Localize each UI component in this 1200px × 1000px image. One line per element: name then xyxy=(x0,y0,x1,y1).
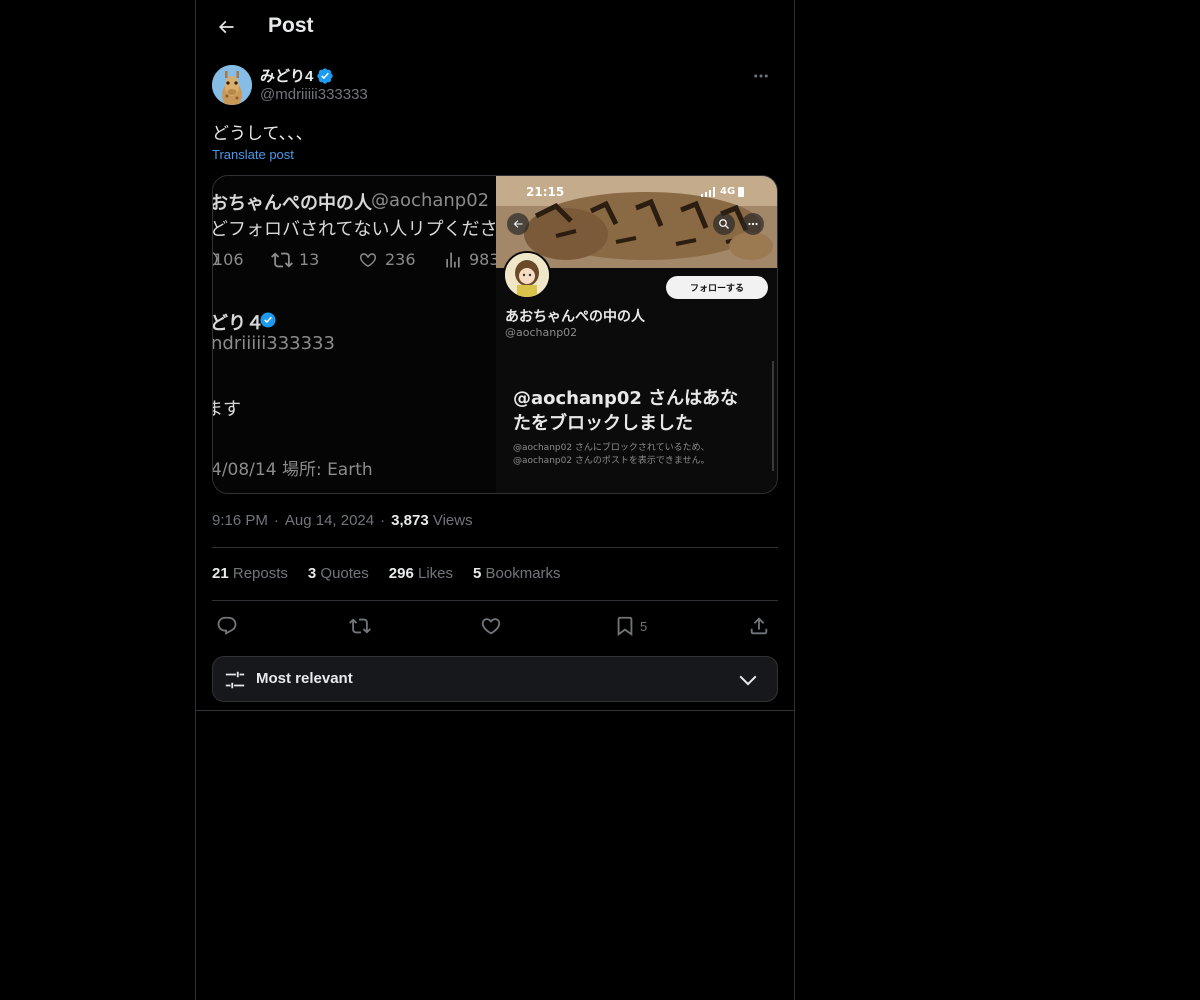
bookmarks-stat[interactable]: 5 Bookmarks xyxy=(473,565,561,582)
repost-icon xyxy=(349,618,371,634)
screenshot-blocked-title-1: @aochanp02 さんはあな xyxy=(513,388,739,409)
filter-sliders-icon xyxy=(225,671,245,689)
reply-icon xyxy=(217,616,237,635)
screenshot-views-count: 983 xyxy=(469,250,496,269)
views-label: Views xyxy=(432,512,473,529)
giraffe-avatar-image xyxy=(212,65,252,105)
reposts-count: 21 xyxy=(212,565,229,582)
post-time[interactable]: 9:16 PM xyxy=(212,512,268,529)
back-arrow-icon xyxy=(218,20,234,34)
likes-label: Likes xyxy=(417,565,454,582)
post-media-image[interactable]: おちゃんぺの中の人 @aochanp02 · どフォロバされてない人リプくださ … xyxy=(212,175,778,494)
screenshot-status-time: 21:15 xyxy=(526,185,565,199)
sort-replies-dropdown[interactable]: Most relevant xyxy=(212,656,778,702)
divider-top xyxy=(212,547,778,548)
bookmarks-label: Bookmarks xyxy=(485,565,561,582)
page-header: Post xyxy=(196,0,794,54)
screenshot-profile-avatar xyxy=(503,251,551,299)
screenshot-search-icon xyxy=(719,219,729,229)
translate-post-link[interactable]: Translate post xyxy=(212,147,294,162)
post-meta-line: 9:16 PM · Aug 14, 2024 · 3,873 Views xyxy=(212,512,473,529)
avatar[interactable] xyxy=(212,65,252,105)
media-screenshot-right: 21:15 4G フォローする あおちゃんぺの中の人 @aochanp02 @a… xyxy=(496,176,777,493)
back-button[interactable] xyxy=(208,9,244,45)
screenshot-user-handle: ndriiiii333333 xyxy=(213,333,335,354)
screenshot-blocked-title-2: たをブロックしました xyxy=(513,413,693,434)
screenshot-quoted-name: おちゃんぺの中の人 xyxy=(213,193,372,214)
screenshot-follow-label: フォローする xyxy=(689,284,744,294)
main-column: Post みどり4 @mdriiiii333333 どうして、、、 Transl… xyxy=(195,0,795,1000)
chevron-down-icon xyxy=(739,675,757,686)
quotes-count: 3 xyxy=(307,565,317,582)
section-bottom-border xyxy=(196,710,794,711)
author-handle[interactable]: @mdriiiii333333 xyxy=(260,86,368,103)
stats-row: 21 Reposts 3 Quotes 296 Likes 5 Bookmark… xyxy=(212,565,561,582)
divider-bottom xyxy=(212,600,778,601)
action-bar: 5 xyxy=(212,612,778,640)
sort-label: Most relevant xyxy=(256,670,353,687)
reply-button[interactable] xyxy=(216,612,238,640)
meta-separator: · xyxy=(273,512,279,529)
share-icon xyxy=(750,617,768,635)
screenshot-more-icon xyxy=(748,222,758,226)
screenshot-search-button xyxy=(713,213,735,235)
post-text: どうして、、、 xyxy=(212,124,313,143)
share-button[interactable] xyxy=(748,612,770,640)
screenshot-quoted-handle: @aochanp02 · xyxy=(371,190,496,211)
verified-badge-icon xyxy=(317,67,334,84)
anime-avatar-image xyxy=(505,253,549,297)
reposts-label: Reposts xyxy=(232,565,288,582)
likes-count: 296 xyxy=(388,565,414,582)
screenshot-verified-icon xyxy=(260,312,276,328)
post-date[interactable]: Aug 14, 2024 xyxy=(285,512,374,529)
reposts-stat[interactable]: 21 Reposts xyxy=(212,565,288,582)
display-name[interactable]: みどり4 xyxy=(260,65,313,86)
like-button[interactable] xyxy=(480,612,502,640)
quotes-stat[interactable]: 3 Quotes xyxy=(308,565,369,582)
bookmark-button[interactable]: 5 xyxy=(614,612,647,640)
screenshot-body-text: ます xyxy=(213,399,241,420)
screenshot-reply-count: 106 xyxy=(213,250,244,269)
screenshot-views-icon xyxy=(446,252,460,268)
screenshot-user-name: どり４ xyxy=(213,313,264,334)
screenshot-follow-button: フォローする xyxy=(666,276,768,299)
heart-icon xyxy=(481,618,501,635)
screenshot-back-arrow-icon xyxy=(513,220,523,228)
author-row: みどり4 @mdriiiii333333 xyxy=(212,65,778,107)
screenshot-repost-icon xyxy=(271,252,293,268)
page-title: Post xyxy=(268,14,314,37)
screenshot-more-button xyxy=(742,213,764,235)
quotes-label: Quotes xyxy=(320,565,369,582)
screenshot-like-count: 236 xyxy=(385,250,416,269)
media-screenshot-left: おちゃんぺの中の人 @aochanp02 · どフォロバされてない人リプくださ … xyxy=(213,176,496,493)
more-dots-icon xyxy=(754,74,768,78)
likes-stat[interactable]: 296 Likes xyxy=(389,565,453,582)
screenshot-joined-line: 4/08/14 場所: Earth xyxy=(213,460,373,480)
more-options-button[interactable] xyxy=(744,65,778,87)
screenshot-quoted-text: どフォロバされてない人リプくださ xyxy=(213,219,496,240)
screenshot-profile-name: あおちゃんぺの中の人 xyxy=(505,309,645,325)
views-count: 3,873 xyxy=(391,512,429,529)
display-name-group: みどり4 xyxy=(260,65,334,86)
screenshot-blocked-desc-2: @aochanp02 さんのポストを表示できません。 xyxy=(513,456,710,466)
screenshot-network: 4G xyxy=(720,186,736,197)
bookmark-count: 5 xyxy=(640,618,648,634)
screenshot-blocked-desc-1: @aochanp02 さんにブロックされているため、 xyxy=(513,443,710,453)
screenshot-like-icon xyxy=(359,253,377,268)
signal-bars-icon xyxy=(701,187,715,197)
screenshot-back-button xyxy=(507,213,529,235)
battery-icon xyxy=(738,187,744,197)
repost-button[interactable] xyxy=(349,612,371,640)
screenshot-repost-count: 13 xyxy=(299,250,320,269)
screenshot-scrollbar xyxy=(772,361,774,471)
screenshot-profile-handle: @aochanp02 xyxy=(505,326,578,339)
bookmark-icon xyxy=(617,616,633,637)
meta-separator: · xyxy=(380,512,386,529)
bookmarks-count: 5 xyxy=(473,565,482,582)
